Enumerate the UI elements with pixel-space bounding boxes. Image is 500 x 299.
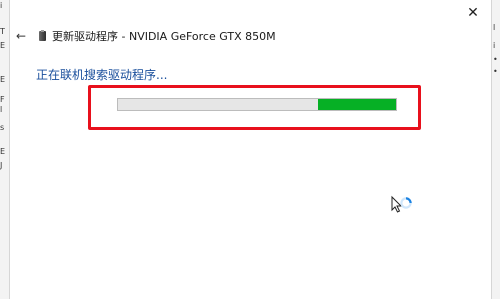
bg-left-text-9: J xyxy=(0,162,3,170)
busy-pointer-icon xyxy=(391,195,412,213)
update-driver-dialog: ✕ ← 更新驱动程序 - NVIDIA GeForce GTX 850M 正在联… xyxy=(10,0,491,299)
status-text: 正在联机搜索驱动程序... xyxy=(36,68,168,82)
close-button[interactable]: ✕ xyxy=(463,5,483,21)
bg-right-text-3: • xyxy=(493,56,498,64)
dialog-title: 更新驱动程序 - NVIDIA GeForce GTX 850M xyxy=(52,30,276,43)
bg-left-text-5: F xyxy=(0,96,5,104)
bg-right-text-1: l xyxy=(493,24,496,32)
bg-left-text-6: l xyxy=(0,106,3,114)
bg-left-text-8: E xyxy=(0,148,6,156)
bg-right-text-2: i xyxy=(493,42,496,50)
dialog-header: ← 更新驱动程序 - NVIDIA GeForce GTX 850M xyxy=(10,27,450,45)
bg-left-text-3: E xyxy=(0,42,6,50)
bg-left-text-4: E xyxy=(0,76,6,84)
progress-bar xyxy=(117,98,397,111)
close-icon: ✕ xyxy=(467,5,479,21)
bg-left-text-7: s xyxy=(0,124,5,132)
back-arrow-icon: ← xyxy=(15,29,27,43)
back-button[interactable]: ← xyxy=(12,27,30,45)
progress-bar-fill xyxy=(318,99,396,110)
driver-device-icon xyxy=(39,30,46,42)
bg-right-text-4: • xyxy=(493,68,498,76)
background-window-left: i T E E F l s E J xyxy=(0,0,10,299)
bg-left-text-1: i xyxy=(0,2,3,10)
background-window-right: l i • • xyxy=(491,0,500,299)
bg-left-text-2: T xyxy=(0,28,5,36)
